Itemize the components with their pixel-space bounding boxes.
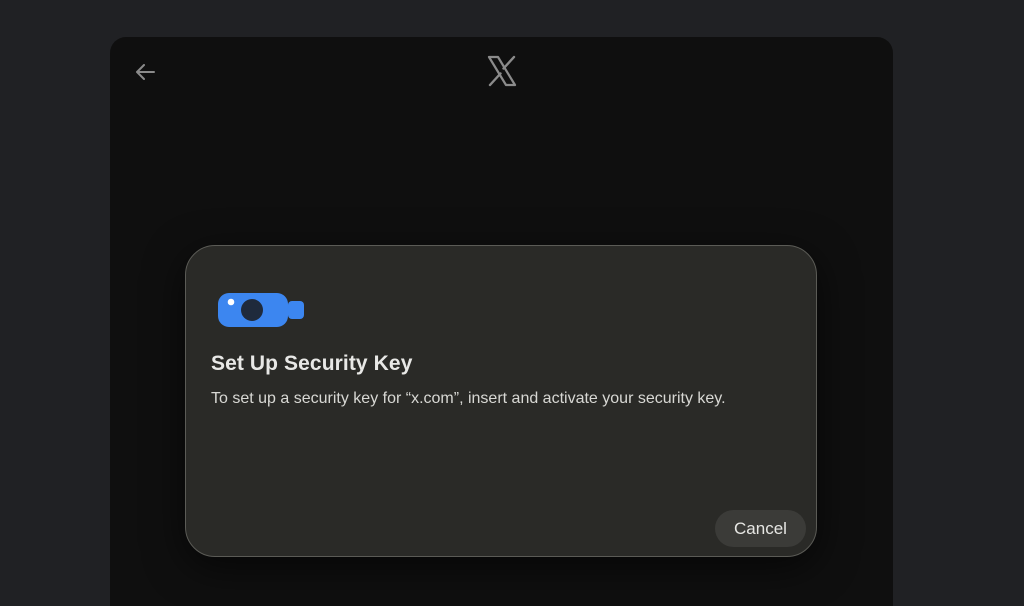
dialog-message: To set up a security key for “x.com”, in… [211, 390, 726, 407]
back-button[interactable] [130, 57, 160, 87]
dialog-title: Set Up Security Key [211, 352, 413, 375]
page: Set Up Security Key To set up a security… [0, 0, 1024, 606]
x-logo-icon [487, 55, 517, 87]
usb-security-key-icon [218, 293, 304, 327]
security-key-dialog: Set Up Security Key To set up a security… [185, 245, 817, 557]
arrow-left-icon [136, 64, 155, 80]
cancel-button[interactable]: Cancel [715, 510, 806, 547]
